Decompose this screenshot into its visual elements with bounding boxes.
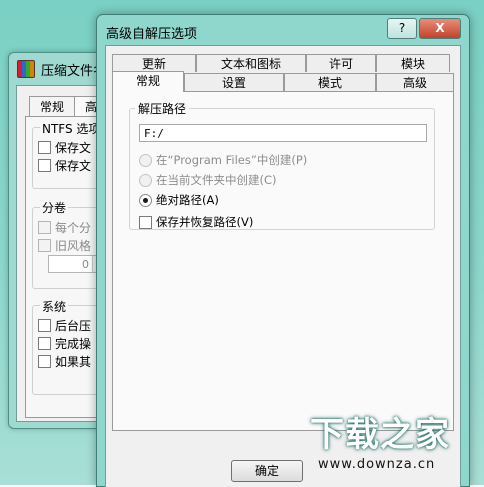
close-button[interactable]: X	[419, 18, 461, 39]
checkbox-icon[interactable]	[38, 159, 51, 172]
checkbox-icon[interactable]	[38, 319, 51, 332]
system-option-3[interactable]: 如果其	[38, 353, 91, 370]
system-group-label: 系统	[40, 298, 69, 315]
help-button[interactable]: ?	[387, 18, 417, 39]
checkbox-icon[interactable]	[38, 355, 51, 368]
ntfs-group-label: NTFS 选项	[40, 120, 103, 137]
tab-update[interactable]: 更新	[112, 54, 196, 72]
checkbox-icon	[38, 239, 51, 252]
radio-absolute-path[interactable]: 绝对路径(A)	[139, 192, 219, 208]
extract-path-label: 解压路径	[135, 100, 190, 117]
system-option-2[interactable]: 完成操	[38, 335, 91, 352]
system-option-1[interactable]: 后台压	[38, 317, 91, 334]
general-tab-panel: 解压路径 F:/ 在“Program Files”中创建(P) 在当前文件夹中创…	[112, 91, 454, 431]
checkbox-icon	[38, 221, 51, 234]
save-restore-path-checkbox[interactable]: 保存并恢复路径(V)	[139, 214, 253, 230]
radio-icon	[139, 173, 152, 187]
dialog-titlebar[interactable]: 高级自解压选项 ? X	[97, 15, 469, 45]
tab-text-icon[interactable]: 文本和图标	[196, 54, 306, 72]
dialog-title: 高级自解压选项	[106, 27, 198, 42]
radio-program-files: 在“Program Files”中创建(P)	[139, 152, 307, 168]
tab-modes[interactable]: 模式	[284, 73, 376, 91]
radio-selected-icon[interactable]	[139, 193, 152, 207]
ntfs-option-2[interactable]: 保存文	[38, 157, 91, 174]
checkbox-icon[interactable]	[38, 141, 51, 154]
extract-path-input[interactable]: F:/	[139, 124, 427, 142]
checkbox-icon[interactable]	[38, 337, 51, 350]
volume-group-label: 分卷	[40, 199, 69, 216]
radio-icon	[139, 153, 152, 167]
tab-general[interactable]: 常规	[112, 71, 184, 92]
tab-advanced[interactable]: 高级	[376, 73, 454, 91]
ntfs-option-1[interactable]: 保存文	[38, 139, 91, 156]
watermark-url: www.downza.cn	[318, 457, 436, 472]
back-tab-general[interactable]: 常规	[29, 96, 75, 117]
radio-current-folder: 在当前文件夹中创建(C)	[139, 172, 277, 188]
tab-setup[interactable]: 设置	[184, 73, 284, 91]
tab-license[interactable]: 许可	[306, 54, 376, 72]
winrar-app-icon	[17, 60, 35, 78]
volume-option-1: 每个分	[38, 219, 91, 236]
checkbox-icon[interactable]	[139, 215, 152, 229]
watermark-title: 下载之家	[310, 415, 450, 455]
ok-button[interactable]: 确定	[231, 460, 303, 482]
site-watermark: 下载之家 www.downza.cn	[300, 405, 476, 477]
tab-module[interactable]: 模块	[376, 54, 450, 72]
volume-option-2: 旧风格	[38, 237, 91, 254]
